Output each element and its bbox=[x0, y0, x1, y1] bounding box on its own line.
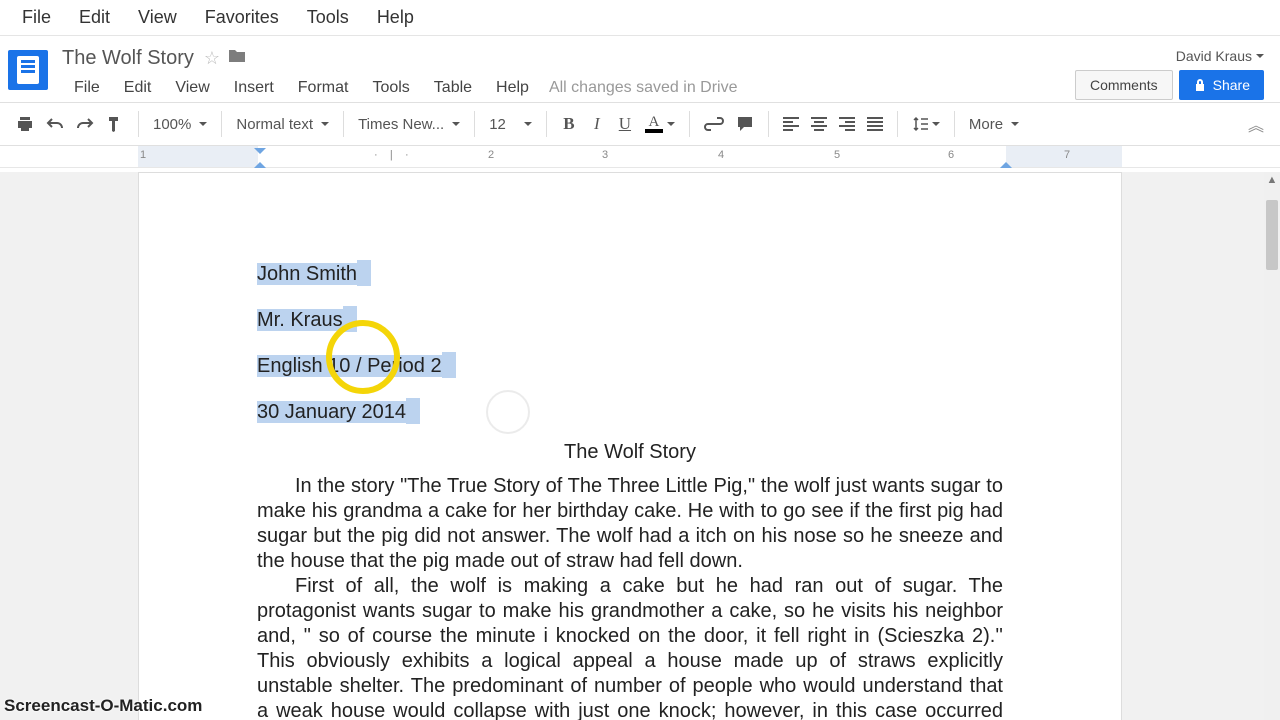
scroll-up-arrow[interactable]: ▲ bbox=[1264, 172, 1280, 188]
os-menubar: File Edit View Favorites Tools Help bbox=[0, 0, 1280, 36]
menu-tools[interactable]: Tools bbox=[360, 79, 421, 97]
ruler-tick: 4 bbox=[718, 149, 724, 161]
ruler-tick: 2 bbox=[488, 149, 494, 161]
insert-comment-button[interactable] bbox=[730, 110, 760, 138]
style-select[interactable]: Normal text bbox=[230, 116, 335, 133]
ruler-tick: 1 bbox=[140, 149, 146, 161]
font-select[interactable]: Times New... bbox=[352, 116, 466, 133]
line-spacing-button[interactable] bbox=[906, 110, 946, 138]
doc-body-title[interactable]: The Wolf Story bbox=[257, 441, 1003, 464]
header-line[interactable]: Mr. Kraus bbox=[257, 297, 1003, 343]
comments-button[interactable]: Comments bbox=[1075, 70, 1173, 100]
left-indent-marker[interactable] bbox=[254, 156, 266, 168]
menu-format[interactable]: Format bbox=[286, 79, 361, 97]
scroll-thumb[interactable] bbox=[1266, 200, 1278, 270]
toolbar: 100% Normal text Times New... 12 B I U A… bbox=[0, 102, 1280, 146]
os-menu-edit[interactable]: Edit bbox=[65, 7, 124, 28]
vertical-scrollbar[interactable]: ▲ bbox=[1264, 172, 1280, 720]
doc-header: The Wolf Story ☆ File Edit View Insert F… bbox=[0, 36, 1280, 102]
menu-table[interactable]: Table bbox=[422, 79, 484, 97]
more-button[interactable]: More bbox=[963, 116, 1025, 133]
folder-icon[interactable] bbox=[228, 48, 246, 69]
docs-logo[interactable] bbox=[8, 50, 48, 90]
ruler-tick: 6 bbox=[948, 149, 954, 161]
header-line[interactable]: 30 January 2014 bbox=[257, 389, 1003, 435]
ruler-tick: · | · bbox=[374, 149, 409, 161]
ruler-tick: 5 bbox=[834, 149, 840, 161]
menu-edit[interactable]: Edit bbox=[112, 79, 164, 97]
document-page[interactable]: John Smith Mr. Kraus English 10 / Period… bbox=[138, 172, 1122, 720]
underline-button[interactable]: U bbox=[611, 110, 639, 138]
os-menu-tools[interactable]: Tools bbox=[293, 7, 363, 28]
watermark: Screencast-O-Matic.com bbox=[4, 696, 202, 716]
paragraph[interactable]: First of all, the wolf is making a cake … bbox=[257, 574, 1003, 720]
ruler[interactable]: 1 · | · 2 3 4 5 6 7 bbox=[0, 146, 1280, 168]
ruler-tick: 7 bbox=[1064, 149, 1070, 161]
os-menu-favorites[interactable]: Favorites bbox=[191, 7, 293, 28]
bold-button[interactable]: B bbox=[555, 110, 583, 138]
star-icon[interactable]: ☆ bbox=[204, 48, 220, 69]
collapse-toolbar-button[interactable]: ︽ bbox=[1242, 110, 1270, 138]
lock-icon bbox=[1193, 78, 1207, 92]
right-indent-marker[interactable] bbox=[1000, 156, 1012, 168]
font-size-select[interactable]: 12 bbox=[483, 116, 538, 133]
os-menu-view[interactable]: View bbox=[124, 7, 191, 28]
italic-button[interactable]: I bbox=[583, 110, 611, 138]
header-line[interactable]: John Smith bbox=[257, 251, 1003, 297]
align-right-button[interactable] bbox=[833, 110, 861, 138]
os-menu-file[interactable]: File bbox=[8, 7, 65, 28]
zoom-select[interactable]: 100% bbox=[147, 116, 213, 133]
editor-canvas[interactable]: John Smith Mr. Kraus English 10 / Period… bbox=[0, 172, 1280, 720]
ruler-tick: 3 bbox=[602, 149, 608, 161]
text-color-button[interactable]: A bbox=[639, 110, 681, 138]
share-label: Share bbox=[1213, 77, 1250, 93]
share-button[interactable]: Share bbox=[1179, 70, 1264, 100]
doc-title[interactable]: The Wolf Story bbox=[62, 47, 194, 70]
align-center-button[interactable] bbox=[805, 110, 833, 138]
user-menu[interactable]: David Kraus bbox=[1176, 48, 1264, 64]
save-status: All changes saved in Drive bbox=[549, 79, 738, 97]
align-left-button[interactable] bbox=[777, 110, 805, 138]
insert-link-button[interactable] bbox=[698, 110, 730, 138]
paint-format-button[interactable] bbox=[100, 110, 130, 138]
undo-button[interactable] bbox=[40, 110, 70, 138]
menu-file[interactable]: File bbox=[62, 79, 112, 97]
redo-button[interactable] bbox=[70, 110, 100, 138]
header-line[interactable]: English 10 / Period 2 bbox=[257, 343, 1003, 389]
align-justify-button[interactable] bbox=[861, 110, 889, 138]
paragraph[interactable]: In the story "The True Story of The Thre… bbox=[257, 474, 1003, 574]
menu-help[interactable]: Help bbox=[484, 79, 541, 97]
menu-insert[interactable]: Insert bbox=[222, 79, 286, 97]
print-button[interactable] bbox=[10, 110, 40, 138]
os-menu-help[interactable]: Help bbox=[363, 7, 428, 28]
menu-view[interactable]: View bbox=[163, 79, 221, 97]
